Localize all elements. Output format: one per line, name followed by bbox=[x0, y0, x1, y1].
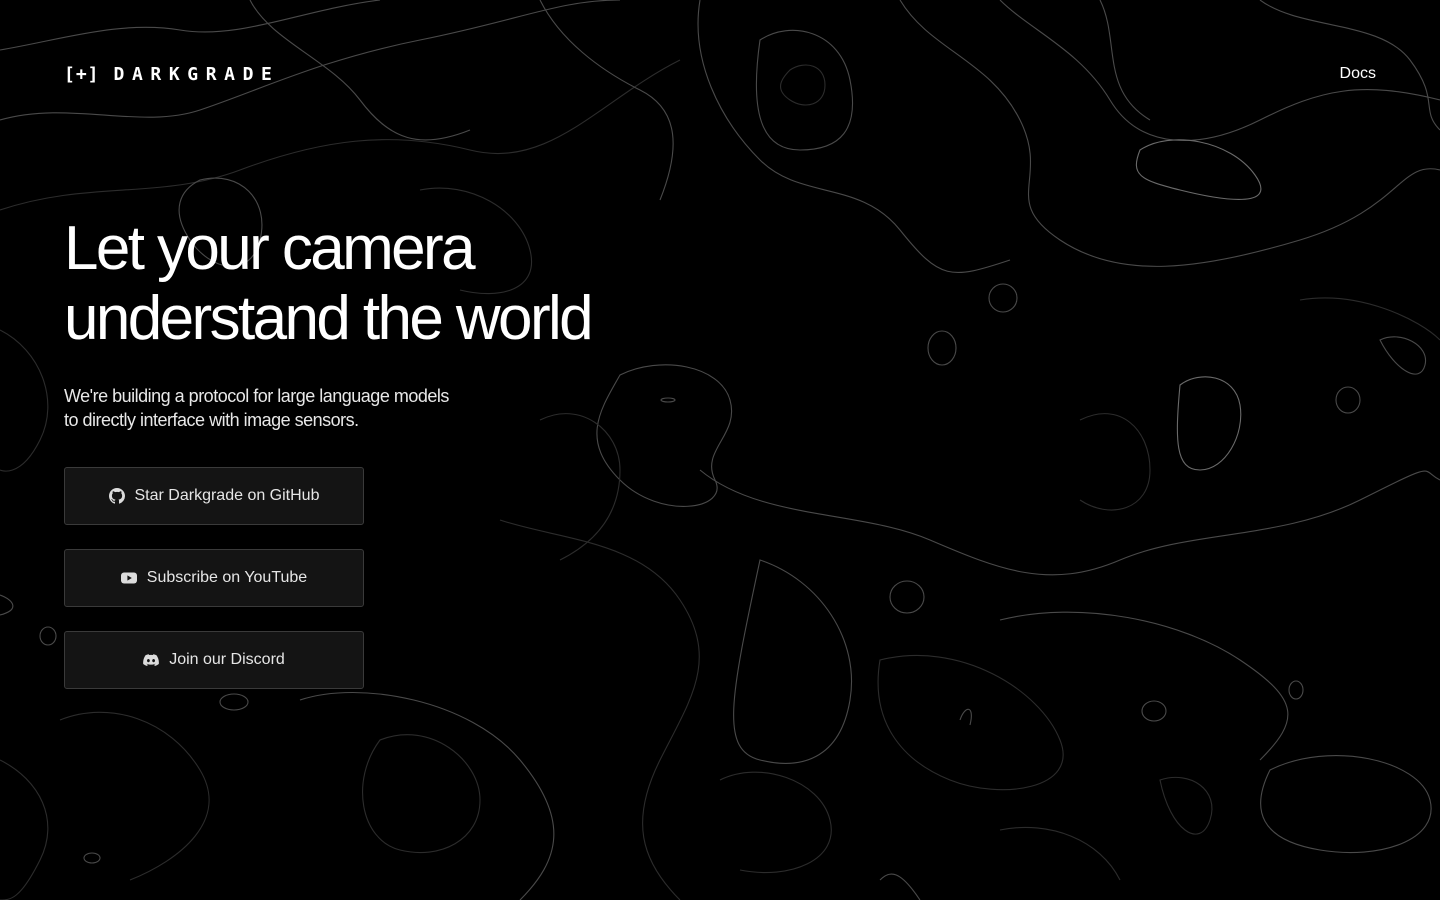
youtube-icon bbox=[120, 570, 137, 586]
hero-title: Let your camera understand the world bbox=[64, 214, 594, 354]
hero: Let your camera understand the world We'… bbox=[64, 214, 594, 432]
discord-icon bbox=[143, 652, 160, 668]
site-header: [+] DARKGRADE Docs bbox=[64, 60, 1376, 88]
youtube-subscribe-button[interactable]: Subscribe on YouTube bbox=[64, 549, 364, 607]
logo[interactable]: [+] DARKGRADE bbox=[64, 64, 279, 85]
github-star-button[interactable]: Star Darkgrade on GitHub bbox=[64, 467, 364, 525]
youtube-subscribe-label: Subscribe on YouTube bbox=[146, 569, 308, 586]
hero-subtitle: We're building a protocol for large lang… bbox=[64, 386, 449, 430]
github-icon bbox=[108, 488, 125, 504]
nav-link-docs[interactable]: Docs bbox=[1340, 65, 1376, 83]
logo-text: DARKGRADE bbox=[113, 63, 280, 85]
discord-join-label: Join our Discord bbox=[169, 651, 285, 668]
topographic-background bbox=[0, 0, 1440, 900]
github-star-label: Star Darkgrade on GitHub bbox=[134, 487, 320, 504]
hero-title-line-2: understand the world bbox=[64, 284, 594, 353]
discord-join-button[interactable]: Join our Discord bbox=[64, 631, 364, 689]
hero-title-line-1: Let your camera bbox=[64, 214, 476, 283]
cta-list: Star Darkgrade on GitHub Subscribe on Yo… bbox=[64, 467, 364, 689]
logo-mark: [+] bbox=[64, 63, 100, 85]
